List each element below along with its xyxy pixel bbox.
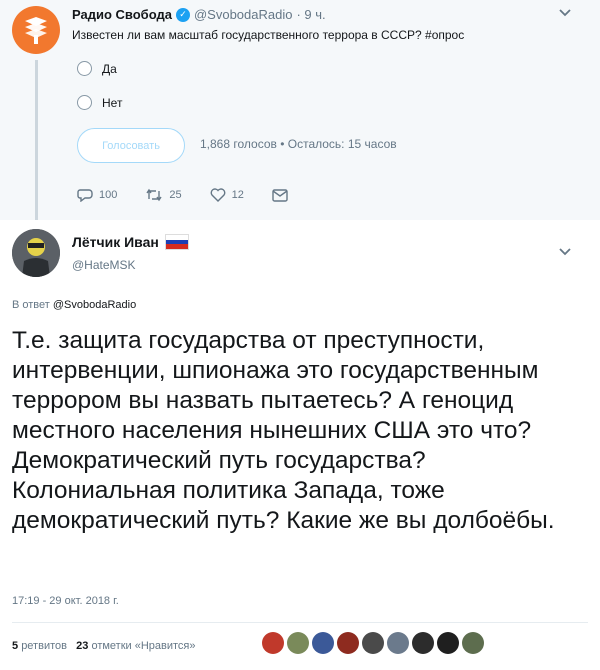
liker-avatar[interactable]	[262, 632, 284, 654]
reply-mention-link[interactable]: @SvobodaRadio	[53, 299, 136, 311]
poll-option-label: Нет	[102, 95, 123, 110]
chevron-down-icon[interactable]	[558, 6, 572, 25]
reply-action[interactable]: 100	[77, 188, 117, 202]
pilot-figure-icon	[12, 229, 60, 277]
radio-button[interactable]	[77, 61, 92, 76]
thread-connector	[35, 60, 38, 228]
tweet-text: Известен ли вам масштаб государственного…	[72, 28, 465, 42]
parent-tweet-header: Радио Свобода ✓ @SvobodaRadio · 9 ч.	[72, 7, 326, 22]
chevron-down-icon[interactable]	[558, 245, 572, 264]
verified-badge-icon: ✓	[175, 7, 190, 22]
reply-author-row: Лётчик Иван	[72, 234, 189, 250]
author-name[interactable]: Радио Свобода	[72, 7, 172, 22]
tweet-stats: 5 ретвитов 23 отметки «Нравится»	[12, 640, 196, 652]
retweet-icon	[146, 188, 162, 202]
radio-button[interactable]	[77, 95, 92, 110]
poll-option-no[interactable]: Нет	[77, 95, 122, 110]
in-reply-to: В ответ @SvobodaRadio	[12, 299, 136, 311]
liker-avatar[interactable]	[387, 632, 409, 654]
liker-avatar[interactable]	[312, 632, 334, 654]
in-reply-prefix: В ответ	[12, 299, 50, 311]
envelope-icon	[272, 188, 288, 202]
heart-icon	[210, 188, 226, 202]
tweet-timestamp[interactable]: 17:19 - 29 окт. 2018 г.	[12, 595, 119, 607]
liker-avatar[interactable]	[337, 632, 359, 654]
tweet-time[interactable]: · 9 ч.	[296, 7, 325, 22]
direct-message-action[interactable]	[272, 188, 288, 202]
radio-svoboda-avatar[interactable]	[12, 6, 60, 54]
liker-avatar[interactable]	[362, 632, 384, 654]
russia-flag-icon	[164, 234, 189, 250]
liker-avatar[interactable]	[462, 632, 484, 654]
likers-avatars	[262, 632, 484, 654]
likes-count[interactable]: 23	[76, 640, 88, 652]
liker-avatar[interactable]	[412, 632, 434, 654]
reply-count: 100	[99, 189, 118, 201]
liker-avatar[interactable]	[437, 632, 459, 654]
reply-icon	[77, 189, 93, 202]
retweets-count[interactable]: 5	[12, 640, 18, 652]
author-name[interactable]: Лётчик Иван	[72, 234, 159, 250]
radio-svoboda-logo-icon	[25, 17, 47, 44]
retweet-count: 25	[169, 189, 182, 201]
poll-meta: 1,868 голосов • Осталось: 15 часов	[200, 137, 397, 151]
likes-label[interactable]: отметки «Нравится»	[91, 640, 195, 652]
poll-option-yes[interactable]: Да	[77, 61, 117, 76]
like-action[interactable]: 12	[210, 188, 244, 202]
like-count: 12	[231, 189, 244, 201]
author-handle[interactable]: @SvobodaRadio	[194, 7, 292, 22]
letchik-ivan-avatar[interactable]	[12, 229, 60, 277]
retweet-action[interactable]: 25	[145, 188, 182, 202]
tweet-actions: 100 25 12	[77, 188, 316, 202]
vote-button[interactable]: Голосовать	[77, 128, 185, 163]
liker-avatar[interactable]	[287, 632, 309, 654]
author-handle[interactable]: @HateMSK	[72, 258, 136, 272]
divider	[12, 622, 588, 623]
reply-text: Т.е. защита государства от преступности,…	[12, 327, 555, 534]
retweets-label[interactable]: ретвитов	[21, 640, 67, 652]
poll-option-label: Да	[102, 61, 117, 76]
